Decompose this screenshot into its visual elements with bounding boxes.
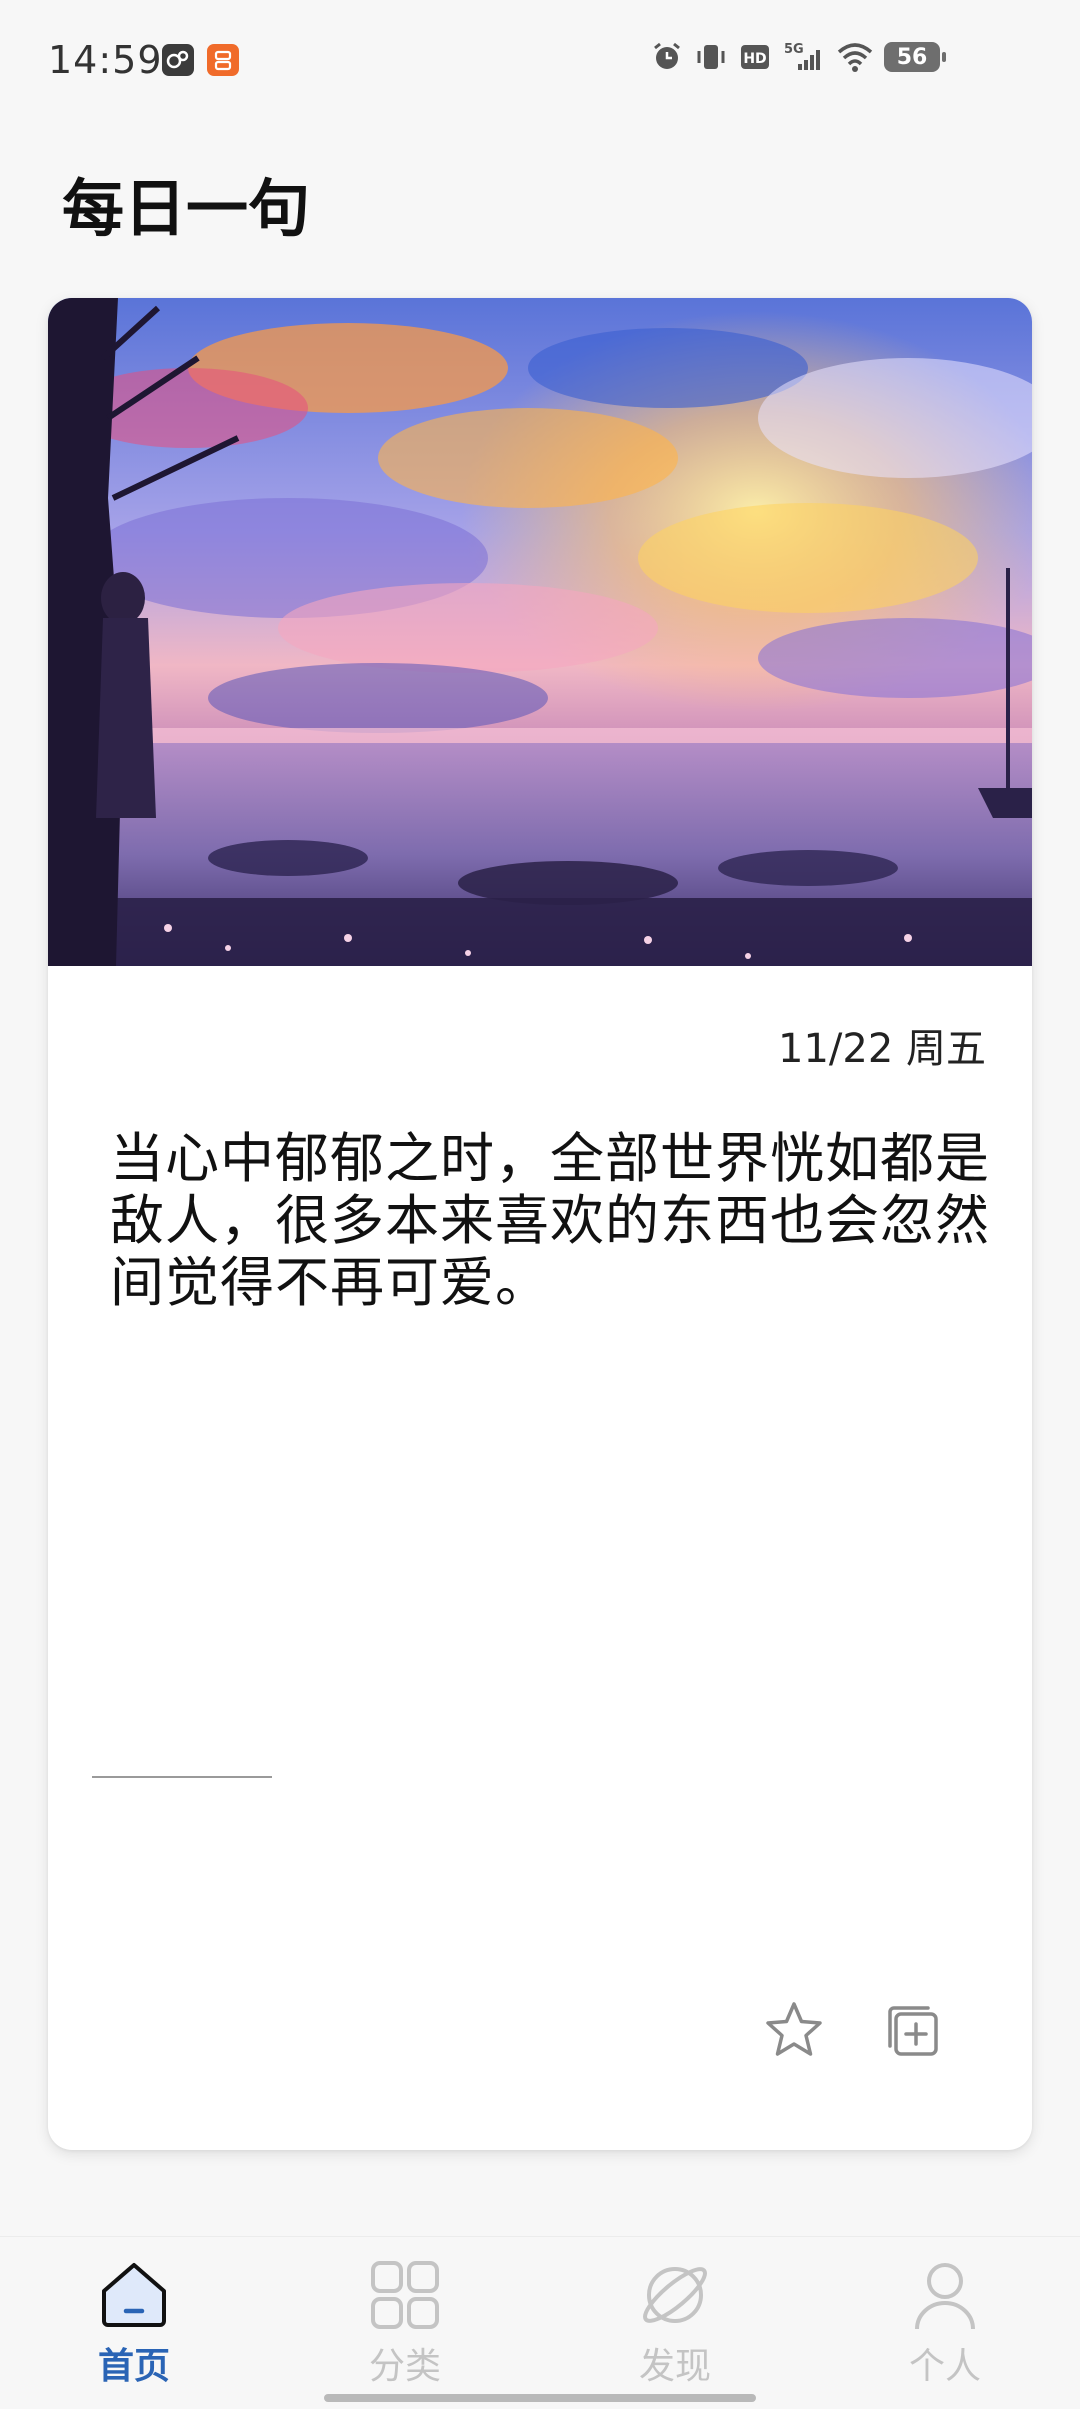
star-outline-icon bbox=[762, 1998, 826, 2066]
daily-quote-card: 11/22 周五 当心中郁郁之时，全部世界恍如都是敌人，很多本来喜欢的东西也会忽… bbox=[48, 298, 1032, 2150]
status-icons: HD 5G 56 bbox=[650, 40, 946, 74]
battery-icon: 56 bbox=[884, 42, 946, 72]
svg-text:HD: HD bbox=[743, 51, 766, 67]
nav-discover[interactable]: 发现 bbox=[585, 2257, 765, 2387]
divider bbox=[92, 1776, 272, 1778]
card-date: 11/22 周五 bbox=[778, 1026, 986, 1072]
card-image bbox=[48, 298, 1032, 966]
battery-level: 56 bbox=[896, 44, 928, 70]
signal-5g-icon: 5G bbox=[782, 40, 826, 74]
add-to-collection-button[interactable] bbox=[878, 1998, 946, 2066]
person-icon bbox=[907, 2257, 983, 2333]
bottom-navigation: 首页 分类 发现 个人 bbox=[0, 2236, 1080, 2409]
nav-profile-label: 个人 bbox=[908, 2346, 981, 2387]
favorite-button[interactable] bbox=[760, 1998, 828, 2066]
shop-app-icon bbox=[207, 44, 239, 76]
game-app-icon bbox=[162, 44, 194, 76]
alarm-icon bbox=[650, 40, 684, 74]
nav-profile[interactable]: 个人 bbox=[855, 2257, 1035, 2387]
status-bar: 14:59 HD 5G 56 bbox=[0, 0, 1080, 120]
nav-home[interactable]: 首页 bbox=[44, 2257, 224, 2387]
nav-category[interactable]: 分类 bbox=[315, 2257, 495, 2387]
add-copy-icon bbox=[880, 1998, 944, 2066]
vibrate-icon bbox=[694, 40, 728, 74]
home-indicator[interactable] bbox=[324, 2394, 756, 2402]
quote-text: 当心中郁郁之时，全部世界恍如都是敌人，很多本来喜欢的东西也会忽然间觉得不再可爱。 bbox=[110, 1127, 990, 1314]
hd-icon: HD bbox=[738, 40, 772, 74]
nav-category-label: 分类 bbox=[368, 2346, 441, 2387]
nav-discover-label: 发现 bbox=[638, 2346, 711, 2387]
planet-icon bbox=[637, 2257, 713, 2333]
grid-icon bbox=[367, 2257, 443, 2333]
nav-home-label: 首页 bbox=[97, 2346, 170, 2387]
wifi-icon bbox=[836, 40, 874, 74]
svg-text:5G: 5G bbox=[784, 42, 804, 57]
home-icon bbox=[96, 2257, 172, 2333]
status-time: 14:59 bbox=[48, 38, 163, 82]
page-title: 每日一句 bbox=[62, 172, 311, 245]
